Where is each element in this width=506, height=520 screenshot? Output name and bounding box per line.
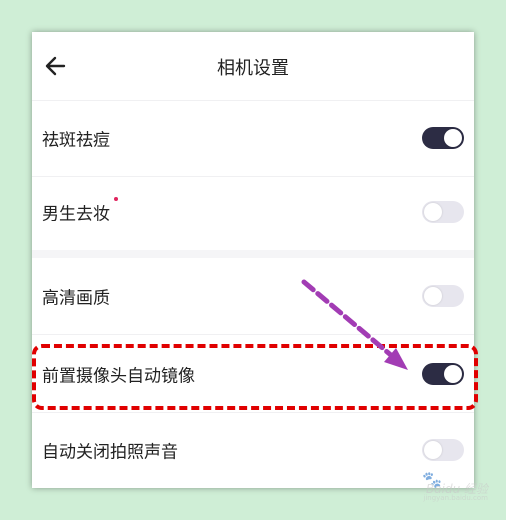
setting-row-front-mirror: 前置摄像头自动镜像 [32, 336, 474, 413]
toggle-knob [424, 441, 442, 459]
setting-label: 男生去妆 [42, 204, 110, 225]
toggle-front-mirror[interactable] [422, 363, 464, 385]
toggle-knob [444, 129, 462, 147]
new-badge-dot [114, 197, 118, 201]
toggle-knob [424, 287, 442, 305]
toggle-acne[interactable] [422, 127, 464, 149]
setting-row-hd-quality: 高清画质 [32, 258, 474, 335]
section-divider [32, 250, 474, 258]
settings-panel: 相机设置 祛斑祛痘 男生去妆 高清画质 前置摄像头自动镜像 自动关闭拍照声音 [32, 32, 474, 488]
setting-label: 高清画质 [42, 288, 110, 309]
setting-row-makeup-removal: 男生去妆 [32, 174, 474, 251]
setting-label: 自动关闭拍照声音 [42, 442, 178, 463]
setting-label: 前置摄像头自动镜像 [42, 366, 195, 387]
toggle-knob [444, 365, 462, 383]
header: 相机设置 [32, 32, 474, 101]
toggle-hd-quality[interactable] [422, 285, 464, 307]
toggle-knob [424, 203, 442, 221]
toggle-makeup-removal[interactable] [422, 201, 464, 223]
page-title: 相机设置 [217, 58, 289, 79]
setting-label: 祛斑祛痘 [42, 130, 110, 151]
watermark: 🐾 Baidu 经验 jingyan.baidu.com [388, 470, 488, 504]
watermark-subtext: jingyan.baidu.com [423, 494, 488, 502]
setting-row-acne: 祛斑祛痘 [32, 100, 474, 177]
toggle-shutter-sound[interactable] [422, 439, 464, 461]
